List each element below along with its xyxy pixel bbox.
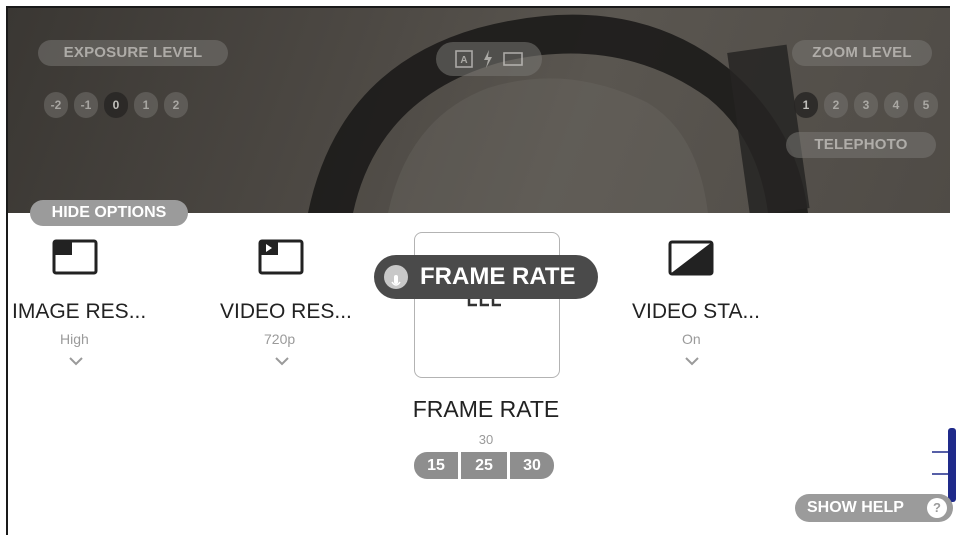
chevron-down-icon[interactable] bbox=[68, 356, 84, 366]
exposure-option[interactable]: -2 bbox=[44, 92, 68, 118]
aspect-ratio-icon[interactable] bbox=[501, 48, 525, 70]
frame-rate-tooltip: FRAME RATE bbox=[374, 255, 598, 299]
side-panel-handle[interactable] bbox=[930, 428, 956, 502]
zoom-option[interactable]: 3 bbox=[854, 92, 878, 118]
frame-rate-choice[interactable]: 15 bbox=[414, 452, 458, 479]
flash-icon[interactable] bbox=[481, 48, 495, 70]
exposure-level-label: EXPOSURE LEVEL bbox=[38, 40, 228, 66]
frame-rate-choices[interactable]: 15 25 30 bbox=[414, 452, 554, 479]
frame-rate-icon bbox=[467, 299, 501, 307]
video-resolution-value: 720p bbox=[264, 331, 296, 347]
video-resolution-title: VIDEO RES... bbox=[220, 300, 352, 323]
image-resolution-title: IMAGE RES... bbox=[12, 300, 147, 323]
hide-options-button[interactable]: HIDE OPTIONS bbox=[30, 200, 188, 226]
show-help-label: SHOW HELP bbox=[807, 499, 904, 516]
frame-rate-title: FRAME RATE bbox=[412, 396, 560, 422]
frame-rate-value: 30 bbox=[478, 432, 494, 447]
exposure-option[interactable]: 2 bbox=[164, 92, 188, 118]
help-icon: ? bbox=[927, 498, 947, 518]
frame-rate-tooltip-label: FRAME RATE bbox=[420, 263, 576, 290]
image-resolution-value: High bbox=[60, 331, 89, 347]
exposure-option[interactable]: -1 bbox=[74, 92, 98, 118]
zoom-option[interactable]: 4 bbox=[884, 92, 908, 118]
video-stabilization-value: On bbox=[682, 331, 701, 347]
camera-viewfinder[interactable]: EXPOSURE LEVEL -2 -1 0 1 2 A ZOOM LEVEL … bbox=[8, 8, 950, 213]
chevron-down-icon[interactable] bbox=[684, 356, 700, 366]
exposure-option-selected[interactable]: 0 bbox=[104, 92, 128, 118]
camera-mode-icons: A bbox=[436, 42, 542, 76]
telephoto-button[interactable]: TELEPHOTO bbox=[786, 132, 936, 158]
microphone-icon bbox=[384, 265, 408, 289]
zoom-option[interactable]: 5 bbox=[914, 92, 938, 118]
zoom-option-selected[interactable]: 1 bbox=[794, 92, 818, 118]
video-stabilization-title: VIDEO STA... bbox=[632, 300, 760, 323]
svg-text:A: A bbox=[460, 55, 467, 66]
video-stabilization-icon bbox=[668, 240, 714, 276]
zoom-level-label: ZOOM LEVEL bbox=[792, 40, 932, 66]
zoom-option[interactable]: 2 bbox=[824, 92, 848, 118]
video-resolution-icon bbox=[258, 239, 304, 275]
frame-rate-card[interactable] bbox=[414, 232, 560, 378]
exposure-option[interactable]: 1 bbox=[134, 92, 158, 118]
frame-rate-choice[interactable]: 25 bbox=[461, 452, 507, 479]
exposure-level-selector[interactable]: -2 -1 0 1 2 bbox=[44, 92, 188, 118]
image-resolution-icon bbox=[52, 239, 98, 275]
focus-icon[interactable]: A bbox=[453, 48, 475, 70]
zoom-level-selector[interactable]: 1 2 3 4 5 bbox=[794, 92, 938, 118]
chevron-down-icon[interactable] bbox=[274, 356, 290, 366]
frame-rate-choice-selected[interactable]: 30 bbox=[510, 452, 554, 479]
show-help-button[interactable]: SHOW HELP ? bbox=[795, 494, 953, 522]
